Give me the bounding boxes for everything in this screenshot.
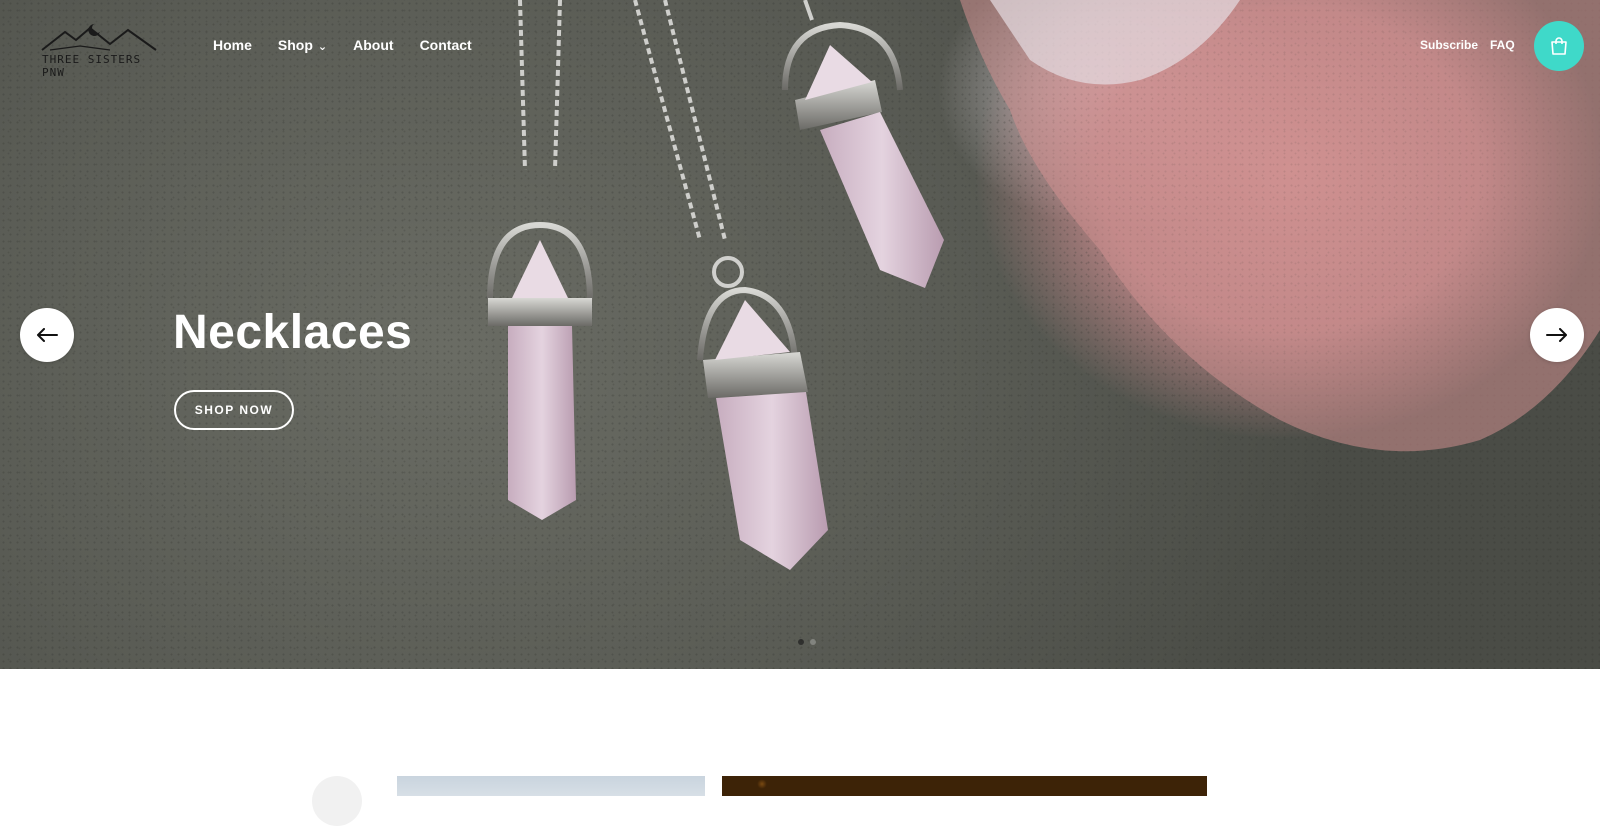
cart-button[interactable] — [1534, 21, 1584, 71]
slide-indicators — [798, 639, 816, 645]
collection-thumbnail-1[interactable] — [397, 776, 705, 796]
shopping-bag-icon — [1551, 37, 1567, 55]
nav-contact[interactable]: Contact — [420, 37, 472, 53]
brand-logo[interactable]: THREE SISTERS PNW — [40, 20, 158, 79]
hero-title: Necklaces — [173, 306, 413, 359]
nav-contact-label: Contact — [419, 37, 472, 53]
arrow-right-icon — [1546, 328, 1567, 342]
subscribe-link[interactable]: Subscribe — [1420, 38, 1478, 52]
mountain-logo-icon — [41, 24, 157, 51]
nav-about-label: About — [353, 37, 394, 53]
previous-slide-button[interactable] — [20, 308, 74, 362]
collection-thumbnail-2[interactable] — [722, 776, 1207, 796]
next-slide-button[interactable] — [1530, 308, 1584, 362]
hero-slideshow: THREE SISTERS PNW Home Shop ⌄ About Conta… — [0, 0, 1600, 669]
nav-home[interactable]: Home — [213, 37, 252, 53]
nav-about[interactable]: About — [353, 37, 393, 53]
carousel-previous-button[interactable] — [312, 776, 362, 826]
main-navigation: Home Shop ⌄ About Contact — [213, 37, 498, 53]
nav-shop-label: Shop — [277, 37, 313, 53]
nav-home-label: Home — [213, 37, 252, 53]
slide-dot-2[interactable] — [810, 639, 816, 645]
shop-now-button[interactable]: SHOP NOW — [174, 390, 294, 430]
chevron-down-icon: ⌄ — [317, 40, 328, 53]
slide-dot-1[interactable] — [798, 639, 804, 645]
brand-name: THREE SISTERS PNW — [42, 53, 142, 79]
arrow-left-icon — [37, 328, 58, 342]
faq-link[interactable]: FAQ — [1490, 38, 1515, 52]
nav-shop[interactable]: Shop ⌄ — [278, 37, 327, 53]
